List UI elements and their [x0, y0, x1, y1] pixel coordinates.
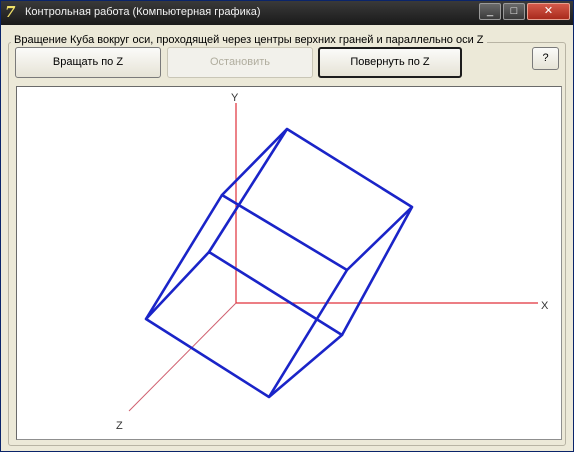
app-icon: 7 [5, 3, 16, 21]
cube-edge [207, 128, 289, 253]
minimize-icon: _ [486, 5, 494, 17]
stop-button[interactable]: Остановить [167, 47, 313, 78]
cube-edge [267, 269, 349, 398]
maximize-icon: □ [510, 5, 518, 17]
cube-edge [340, 206, 414, 336]
minimize-button[interactable]: _ [479, 3, 501, 20]
maximize-button[interactable]: □ [503, 3, 525, 20]
z-axis-label: Z [116, 420, 123, 432]
x-axis-label: X [541, 300, 549, 312]
y-axis-label: Y [231, 92, 239, 104]
window-title: Контрольная работа (Компьютерная графика… [25, 6, 261, 18]
groupbox-label: Вращение Куба вокруг оси, проходящей чер… [11, 34, 487, 46]
cube-edge [144, 194, 224, 320]
help-button[interactable]: ? [532, 47, 559, 70]
cube-front-face [220, 127, 414, 272]
title-bar[interactable]: 7 Контрольная работа (Компьютерная графи… [1, 1, 573, 25]
turn-z-button[interactable]: Повернуть по Z [318, 47, 462, 78]
rotate-z-button[interactable]: Вращать по Z [15, 47, 161, 78]
close-icon: ✕ [543, 5, 554, 17]
scene-svg: Y X Z [116, 92, 549, 432]
close-button[interactable]: ✕ [527, 3, 570, 20]
cube-wireframe [144, 127, 414, 399]
drawing-canvas[interactable]: Y X Z [16, 86, 562, 440]
